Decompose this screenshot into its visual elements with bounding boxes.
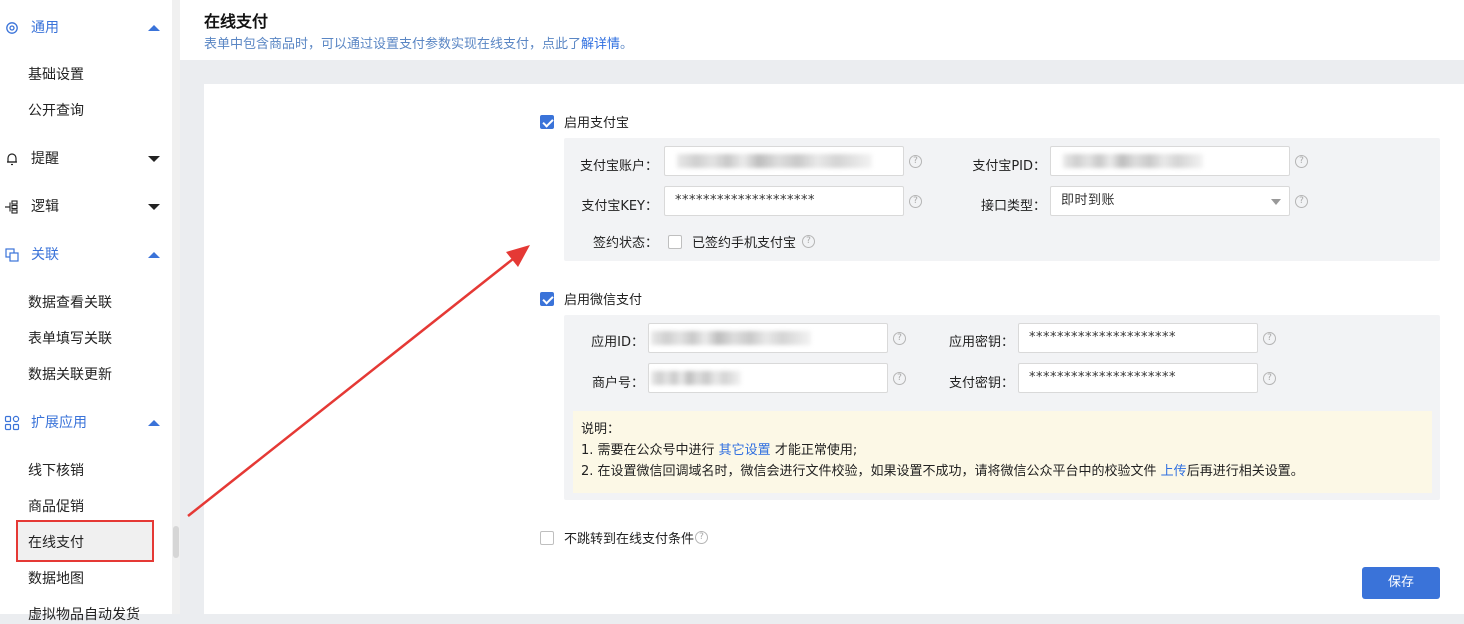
sidebar-group-relation[interactable]: 关联 [0,243,172,267]
note-line-1: 1. 需要在公众号中进行 其它设置 才能正常使用; [581,440,1432,461]
chevron-up-icon [148,420,160,426]
alipay-account-input[interactable] [664,146,904,176]
logic-flow-icon [5,200,18,214]
help-icon[interactable]: ? [802,235,816,248]
sidebar-item-data-view-relation[interactable]: 数据查看关联 [28,294,112,312]
wechat-app-id-input[interactable] [648,323,888,353]
help-icon[interactable]: ? [893,332,906,345]
alipay-account-label: 支付宝账户： [579,159,658,174]
sidebar-item-data-relation-update[interactable]: 数据关联更新 [28,366,112,384]
redacted-value [651,371,741,385]
sidebar-group-general[interactable]: 通用 [0,16,172,40]
wechat-pay-key-input[interactable]: ********************* [1018,363,1258,393]
gear-icon [6,22,18,34]
sidebar-group-reminder[interactable]: 提醒 [0,147,172,171]
redacted-value [1063,154,1203,168]
sidebar-group-label: 逻辑 [31,199,59,215]
payment-settings-card: 启用支付宝 支付宝账户： ? 支付宝PID： ? 支付宝KEY： *******… [204,84,1464,614]
description-suffix: 。 [620,37,634,52]
alipay-enable-checkbox[interactable] [540,114,554,129]
caret-down-icon [1271,199,1281,205]
sidebar-item-form-fill-relation[interactable]: 表单填写关联 [28,330,112,348]
alipay-key-label: 支付宝KEY： [581,199,658,214]
sidebar-item-offline-verify[interactable]: 线下核销 [28,462,84,480]
note-line-2: 2. 在设置微信回调域名时，微信会进行文件校验，如果设置不成功，请将微信公众平台… [581,461,1432,482]
chevron-up-icon [148,25,160,31]
wechat-note-box: 说明： 1. 需要在公众号中进行 其它设置 才能正常使用; 2. 在设置微信回调… [573,411,1432,493]
other-settings-link[interactable]: 其它设置 [719,443,771,458]
bell-icon [7,153,17,166]
sidebar-item-basic-settings[interactable]: 基础设置 [28,66,84,84]
sidebar-group-label: 提醒 [31,151,59,167]
alipay-sign-status-label: 签约状态： [592,236,658,251]
wechat-merchant-label: 商户号： [591,376,644,391]
chevron-up-icon [148,252,160,258]
alipay-signed-checkbox[interactable] [668,234,682,249]
select-value: 即时到账 [1061,193,1116,208]
sidebar-item-virtual-auto-ship[interactable]: 虚拟物品自动发货 [28,606,140,624]
chevron-down-icon [148,204,160,210]
sidebar: 通用 基础设置 公开查询 提醒 逻辑 关联 数据查看关联 表单填写关联 数据关联… [0,0,172,623]
help-icon[interactable]: ? [909,195,922,208]
sidebar-item-data-map[interactable]: 数据地图 [28,570,84,588]
alipay-sign-row: 已签约手机支付宝 ? [668,232,816,251]
wechat-app-secret-label: 应用密钥： [948,335,1014,350]
wechat-app-id-label: 应用ID： [591,335,644,350]
alipay-api-type-label: 接口类型： [980,199,1046,214]
details-link[interactable]: 解详情 [581,37,620,52]
alipay-key-input[interactable]: ******************** [664,186,904,216]
alipay-signed-label: 已签约手机支付宝 [692,236,797,251]
save-button[interactable]: 保存 [1362,567,1440,599]
wechat-enable-label: 启用微信支付 [564,293,643,308]
note-text: 2. 在设置微信回调域名时，微信会进行文件校验，如果设置不成功，请将微信公众平台… [581,464,1161,479]
page-header: 在线支付 表单中包含商品时，可以通过设置支付参数实现在线支付，点此了解详情。 [180,0,1464,60]
scrollbar-thumb[interactable] [173,526,179,558]
no-redirect-checkbox[interactable] [540,530,554,545]
alipay-api-type-select[interactable]: 即时到账 [1050,186,1290,216]
page-description: 表单中包含商品时，可以通过设置支付参数实现在线支付，点此了解详情。 [204,33,633,52]
help-icon[interactable]: ? [1263,332,1276,345]
description-text: 表单中包含商品时，可以通过设置支付参数实现在线支付，点此了 [204,37,582,52]
alipay-pid-input[interactable] [1050,146,1290,176]
help-icon[interactable]: ? [893,372,906,385]
page-title: 在线支付 [204,12,269,31]
no-redirect-label: 不跳转到在线支付条件 [564,532,695,547]
wechat-enable-checkbox[interactable] [540,291,554,306]
sidebar-group-logic[interactable]: 逻辑 [0,195,172,219]
sidebar-item-public-query[interactable]: 公开查询 [28,102,84,120]
sidebar-group-extensions[interactable]: 扩展应用 [0,411,172,435]
alipay-enable-row: 启用支付宝 [540,112,629,131]
chevron-down-icon [148,156,160,162]
alipay-pid-label: 支付宝PID： [972,159,1046,174]
redacted-value [651,331,811,345]
sidebar-group-label: 扩展应用 [31,415,87,431]
note-text: 1. 需要在公众号中进行 [581,443,719,458]
link-copy-icon [5,248,19,262]
no-redirect-row: 不跳转到在线支付条件 ? [540,528,709,547]
sidebar-scrollbar[interactable] [172,0,180,614]
sidebar-item-promotion[interactable]: 商品促销 [28,498,84,516]
wechat-merchant-input[interactable] [648,363,888,393]
wechat-app-secret-input[interactable]: ********************* [1018,323,1258,353]
alipay-settings-panel: 支付宝账户： ? 支付宝PID： ? 支付宝KEY： *************… [564,138,1440,261]
help-icon[interactable]: ? [1295,155,1308,168]
sidebar-group-label: 通用 [31,20,59,36]
note-title: 说明： [581,422,621,437]
help-icon[interactable]: ? [1263,372,1276,385]
upload-link[interactable]: 上传 [1161,464,1187,479]
help-icon[interactable]: ? [695,531,709,544]
alipay-enable-label: 启用支付宝 [564,116,630,131]
sidebar-item-online-payment[interactable]: 在线支付 [28,534,84,552]
note-text: 后再进行相关设置。 [1186,464,1304,479]
apps-grid-icon [4,415,20,431]
help-icon[interactable]: ? [1295,195,1308,208]
redacted-value [677,154,872,168]
help-icon[interactable]: ? [909,155,922,168]
note-text: 才能正常使用; [770,443,858,458]
sidebar-group-label: 关联 [31,247,59,263]
wechat-enable-row: 启用微信支付 [540,289,642,308]
wechat-pay-key-label: 支付密钥： [948,376,1014,391]
